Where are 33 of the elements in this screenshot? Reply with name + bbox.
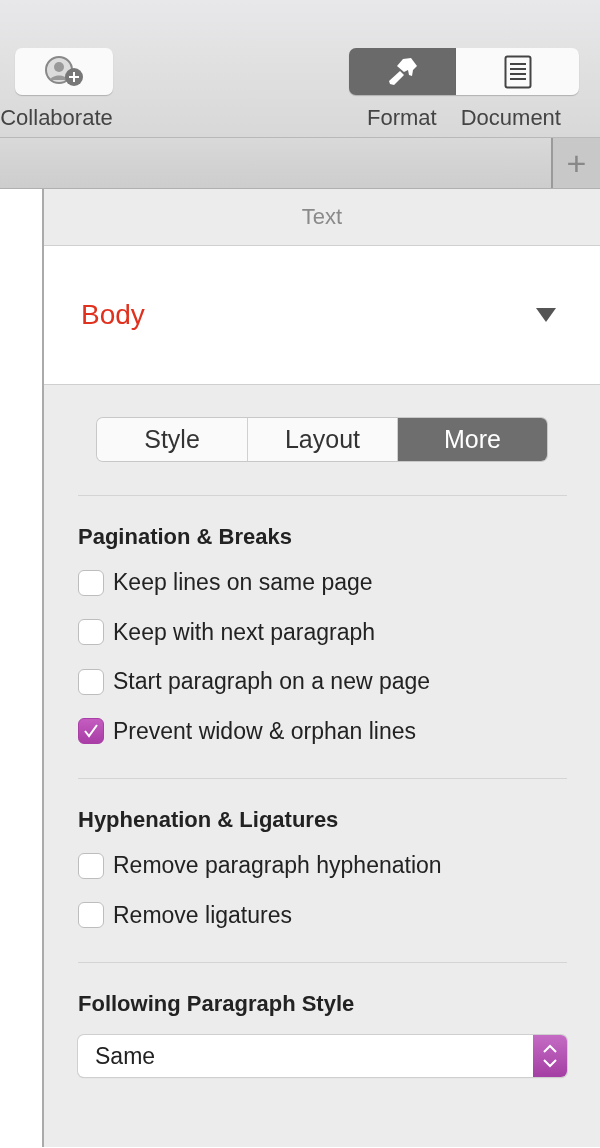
view-button[interactable] xyxy=(349,48,456,95)
checkbox-label: Remove ligatures xyxy=(113,901,292,929)
tab[interactable]: More xyxy=(397,418,547,461)
checkbox[interactable] xyxy=(78,718,104,745)
chevron-updown-icon xyxy=(541,1042,559,1070)
panel-title: Text xyxy=(301,204,343,230)
checkbox-label: Keep with next paragraph xyxy=(113,618,376,646)
view-button[interactable] xyxy=(456,48,579,95)
checkbox[interactable] xyxy=(78,569,104,596)
tab[interactable]: Layout xyxy=(247,418,397,461)
checkbox-label: Keep lines on same page xyxy=(113,569,373,597)
add-person-icon xyxy=(43,55,85,88)
section-title: Following Paragraph Style xyxy=(78,991,356,1017)
checkmark-icon xyxy=(83,723,99,740)
checkbox[interactable] xyxy=(78,619,104,646)
view-label: Format xyxy=(367,105,437,131)
section-title: Pagination & Breaks xyxy=(78,524,293,550)
checkbox[interactable] xyxy=(78,668,104,695)
checkbox[interactable] xyxy=(78,852,104,879)
style-name: Body xyxy=(81,299,145,331)
checkbox-label: Start paragraph on a new page xyxy=(113,668,431,696)
collaborate-label: Collaborate xyxy=(0,105,113,131)
style-select[interactable]: Same xyxy=(78,1035,567,1077)
checkbox-label: Prevent widow & orphan lines xyxy=(113,717,416,745)
tab[interactable]: Style xyxy=(97,418,247,461)
collaborate-button[interactable] xyxy=(15,48,113,95)
checkbox-label: Remove paragraph hyphenation xyxy=(113,852,442,880)
section-title: Hyphenation & Ligatures xyxy=(78,807,340,833)
view-label: Document xyxy=(460,105,561,131)
checkbox[interactable] xyxy=(78,902,104,929)
document-icon xyxy=(503,54,532,89)
paragraph-style-menu[interactable]: Body xyxy=(44,245,600,385)
dropdown-triangle-icon xyxy=(536,308,556,322)
